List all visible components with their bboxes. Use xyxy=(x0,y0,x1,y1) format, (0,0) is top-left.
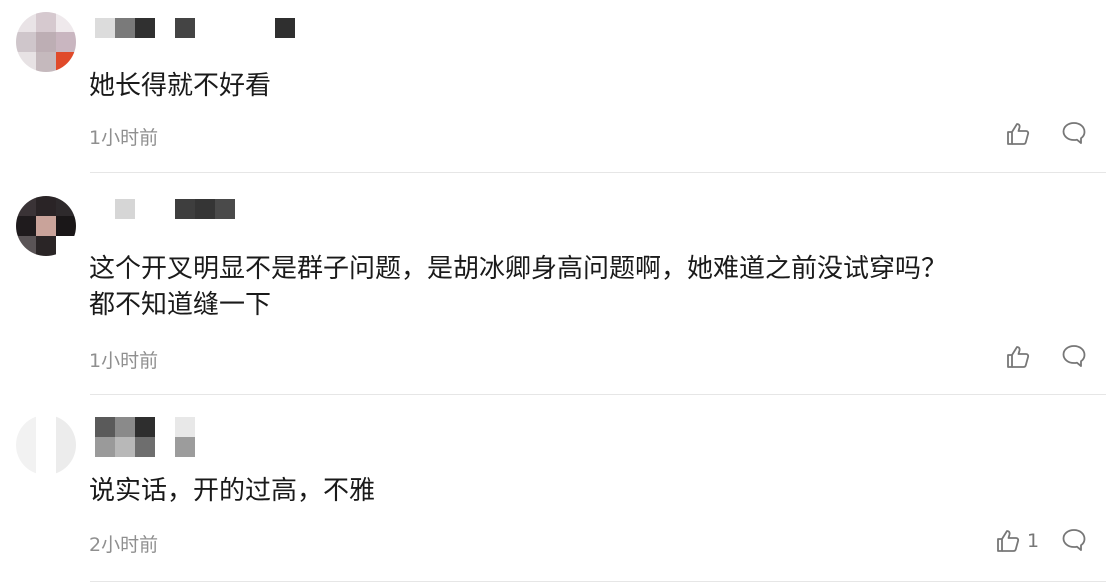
comment-bubble-icon xyxy=(1061,120,1091,146)
comment-bubble-icon xyxy=(1061,527,1091,553)
thumbs-up-icon xyxy=(995,528,1021,554)
reply-button[interactable] xyxy=(1061,343,1091,373)
avatar[interactable] xyxy=(16,415,76,475)
comment-time: 2小时前 xyxy=(89,534,159,556)
comment-time: 1小时前 xyxy=(89,350,159,372)
reply-button[interactable] xyxy=(1061,527,1091,557)
divider xyxy=(90,581,1106,582)
reply-button[interactable] xyxy=(1061,120,1091,150)
like-button[interactable]: 1 xyxy=(995,526,1039,556)
comment-text: 她长得就不好看 xyxy=(89,71,272,101)
comment-text: 说实话，开的过高，不雅 xyxy=(89,476,376,506)
comment-text: 这个开叉明显不是群子问题，是胡冰卿身高问题啊，她难道之前没试穿吗？ 都不知道缝一… xyxy=(89,254,948,320)
comment-time: 1小时前 xyxy=(89,127,159,149)
comment-bubble-icon xyxy=(1061,343,1091,369)
thumbs-up-icon xyxy=(1005,344,1031,370)
like-button[interactable] xyxy=(1005,119,1037,149)
like-count: 1 xyxy=(1027,530,1040,552)
comment-item: 说实话，开的过高，不雅 2小时前 1 xyxy=(0,395,1106,584)
like-button[interactable] xyxy=(1005,342,1037,372)
avatar[interactable] xyxy=(16,196,76,256)
comment-item: 她长得就不好看 1小时前 xyxy=(0,0,1106,173)
comment-item: 这个开叉明显不是群子问题，是胡冰卿身高问题啊，她难道之前没试穿吗？ 都不知道缝一… xyxy=(0,173,1106,395)
thumbs-up-icon xyxy=(1005,121,1031,147)
avatar[interactable] xyxy=(16,12,76,72)
